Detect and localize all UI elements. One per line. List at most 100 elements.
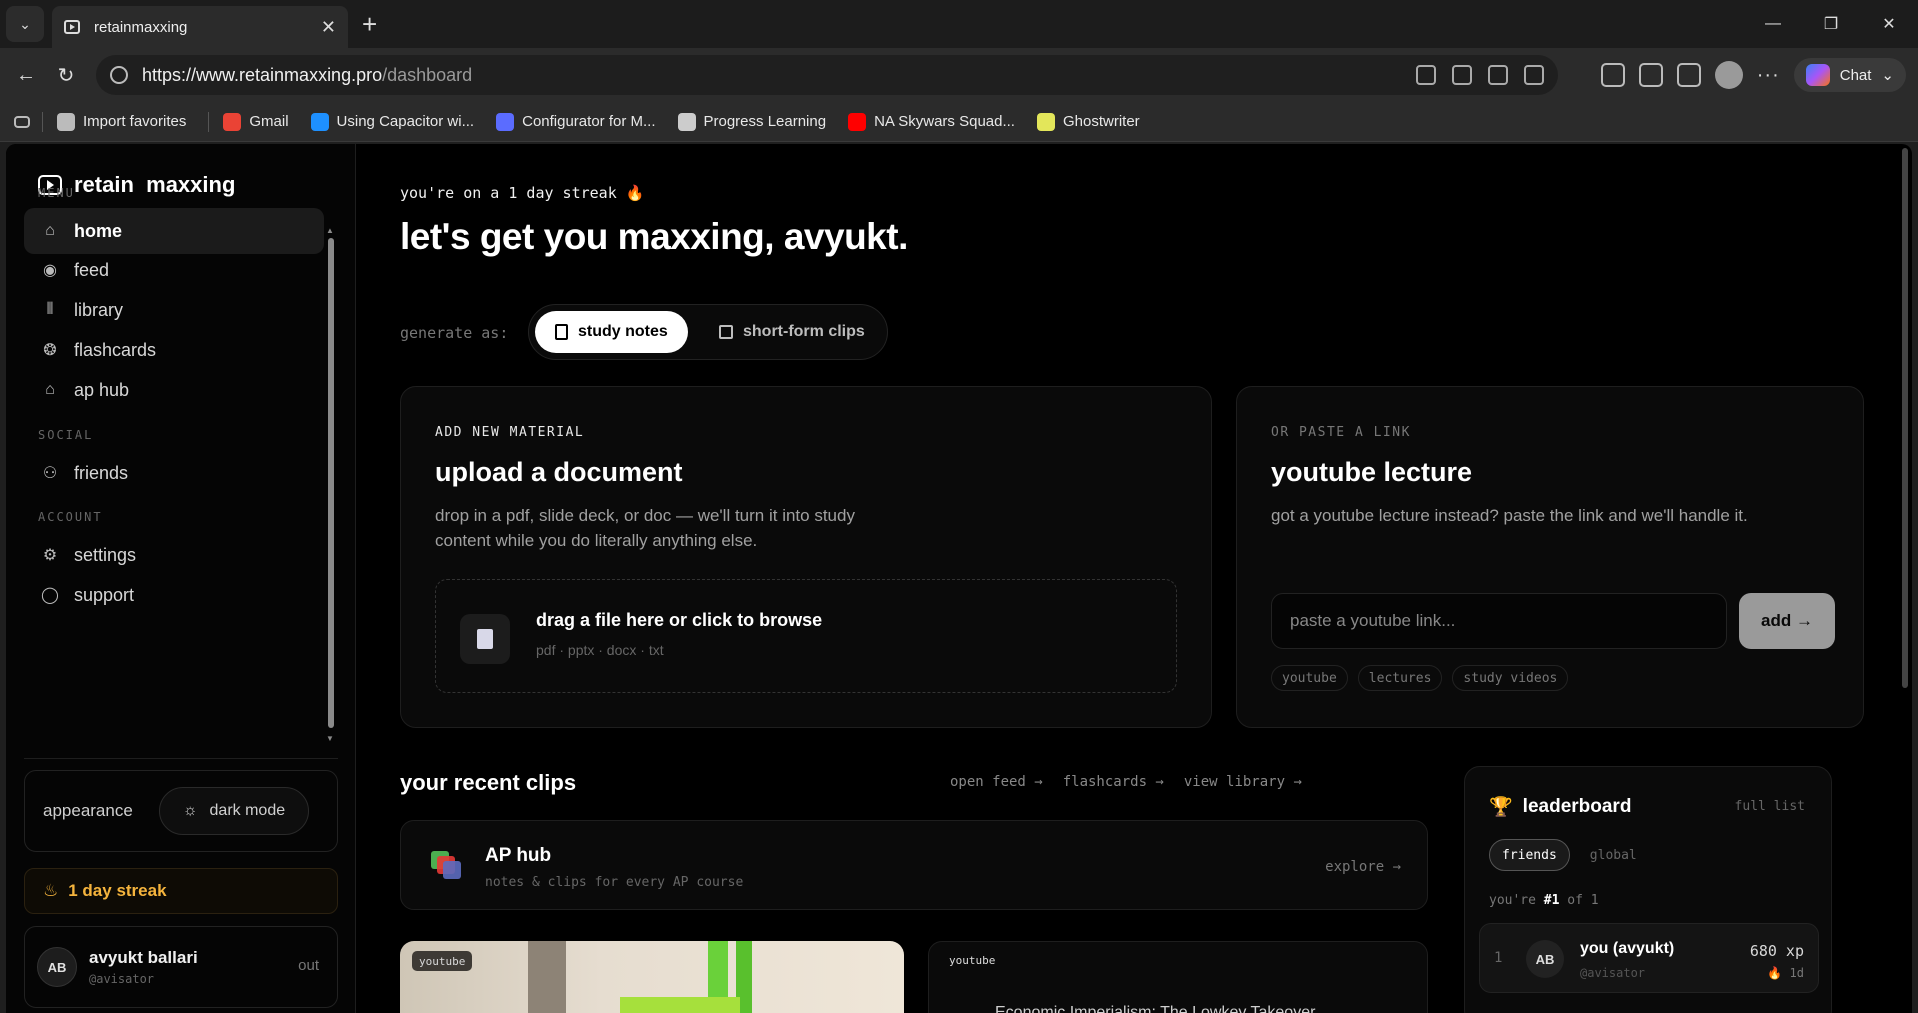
thumbnail-pillar (528, 941, 566, 1013)
explore-link[interactable]: explore → (1325, 859, 1401, 875)
reload-button[interactable]: ↻ (46, 55, 86, 95)
scroll-up-icon[interactable]: ▲ (326, 226, 334, 235)
minimize-button[interactable]: — (1744, 0, 1802, 48)
upload-kicker: ADD NEW MATERIAL (435, 425, 585, 440)
clip-source-tag: youtube (412, 951, 473, 971)
back-button[interactable]: ← (6, 55, 46, 95)
chip[interactable]: youtube (1271, 665, 1348, 691)
books-icon (431, 851, 461, 879)
generate-mode-toggle: study notes short-form clips (528, 304, 888, 360)
logout-button[interactable]: out (298, 957, 319, 974)
tab-global[interactable]: global (1590, 848, 1637, 863)
sidebar-item-ap-hub[interactable]: ⌂ ap hub (24, 367, 324, 413)
bookmark-favicon-icon (310, 112, 329, 131)
page-title: let's get you maxxing, avyukt. (400, 216, 908, 257)
youtube-link-input[interactable]: paste a youtube link... (1271, 593, 1727, 649)
ap-hub-card[interactable]: AP hub notes & clips for every AP course… (400, 820, 1428, 910)
brand-name: retain maxxing (74, 172, 236, 197)
broadcast-icon: ◉ (43, 262, 57, 279)
study-notes-option[interactable]: study notes (535, 311, 688, 353)
bookmark-item[interactable]: Import favorites (57, 112, 186, 131)
youtube-title: youtube lecture (1271, 457, 1473, 487)
sidebar-item-friends[interactable]: ⚇ friends (24, 450, 324, 496)
copilot-chat-button[interactable]: Chat ⌄ (1793, 58, 1906, 92)
bookmark-list: Import favorites Gmail Using Capacitor wi.… (57, 111, 1162, 132)
file-dropzone[interactable]: drag a file here or click to browse pdf … (435, 579, 1177, 693)
bookmark-item[interactable]: Configurator for M... (496, 112, 656, 131)
bookmark-item[interactable]: Using Capacitor wi... (310, 112, 474, 131)
key-icon[interactable] (1416, 65, 1436, 85)
user-name: avyukt ballari (89, 948, 198, 967)
address-bar[interactable]: https://www.retainmaxxing.pro/dashboard (96, 55, 1558, 95)
favorites-icon[interactable] (1676, 63, 1701, 87)
trophy-icon: 🏆 (1489, 797, 1513, 818)
scrollbar-thumb[interactable] (328, 238, 334, 728)
row-name: you (avyukt) (1580, 940, 1675, 957)
bookmark-separator (42, 111, 43, 132)
dropzone-title: drag a file here or click to browse (536, 610, 823, 630)
profile-avatar[interactable] (1714, 61, 1743, 89)
bookmark-item[interactable]: Gmail (223, 112, 289, 131)
extensions-icon[interactable] (1600, 63, 1625, 87)
bookmark-item[interactable]: Progress Learning (677, 112, 826, 131)
open-feed-link[interactable]: open feed → (950, 774, 1043, 790)
bookmarks-bar: Import favorites Gmail Using Capacitor wi.… (0, 102, 1918, 142)
avatar[interactable]: AB (37, 947, 77, 987)
window-controls: — ❐ ✕ (1744, 0, 1918, 48)
clip-card[interactable]: youtube Economic Imperialism: The Lowkey… (928, 941, 1428, 1013)
user-handle: @avisator (89, 972, 155, 986)
tab-friends[interactable]: friends (1489, 839, 1570, 871)
bookmark-item[interactable]: Ghostwriter (1036, 112, 1140, 131)
more-icon[interactable]: ··· (1757, 64, 1780, 87)
clip-card[interactable]: youtube (400, 941, 904, 1013)
leaderboard-row[interactable]: 1 AB you (avyukt) @avisator 680 xp 🔥 1d (1479, 923, 1819, 993)
leaderboard-title: 🏆 leaderboard (1489, 796, 1632, 818)
youtube-favicon-icon (64, 20, 80, 34)
full-list-link[interactable]: full list (1735, 799, 1805, 814)
sidebar-divider (24, 758, 338, 759)
apps-icon[interactable] (1452, 65, 1472, 85)
appearance-label: appearance (43, 801, 133, 820)
url-text: https://www.retainmaxxing.pro/dashboard (142, 64, 473, 85)
home-icon: ⌂ (45, 222, 55, 239)
bookmark-favicon-icon (223, 112, 242, 131)
browser-tab[interactable]: retainmaxxing ✕ (52, 6, 348, 48)
site-info-icon[interactable] (110, 66, 128, 84)
view-library-link[interactable]: view library → (1184, 774, 1302, 790)
short-form-clips-option[interactable]: short-form clips (699, 311, 885, 353)
new-tab-button[interactable]: + (362, 11, 377, 37)
dark-mode-toggle[interactable]: ☼ dark mode (159, 787, 309, 835)
flashcards-link[interactable]: flashcards → (1063, 774, 1164, 790)
chip[interactable]: lectures (1357, 665, 1443, 691)
upload-description: drop in a pdf, slide deck, or doc — we'l… (435, 506, 855, 550)
tab-list-button[interactable]: ⌄ (6, 6, 44, 42)
chevron-down-icon: ⌄ (19, 15, 31, 32)
row-handle: @avisator (1580, 966, 1646, 980)
dropzone-filetypes: pdf · pptx · docx · txt (536, 642, 664, 658)
chip[interactable]: study videos (1452, 665, 1569, 691)
media-icon[interactable] (1638, 63, 1663, 87)
copilot-icon (1805, 64, 1830, 86)
close-window-button[interactable]: ✕ (1860, 0, 1918, 48)
browser-tab-bar: ⌄ retainmaxxing ✕ + — ❐ ✕ (0, 0, 1918, 48)
bookmark-favicon-icon (1036, 112, 1055, 131)
add-link-button[interactable]: add → (1739, 593, 1835, 649)
sidebar-scrollbar[interactable]: ▲ ▼ (324, 226, 338, 746)
streak-line: you're on a 1 day streak 🔥 (400, 184, 645, 202)
tab-actions-icon[interactable] (14, 115, 30, 128)
sidebar-item-support[interactable]: ◯ support (24, 572, 324, 618)
menu-section-label: MENU (38, 186, 75, 200)
tab-title: retainmaxxing (94, 18, 188, 36)
brain-icon: ❂ (43, 342, 57, 359)
avatar: AB (1526, 940, 1564, 978)
restore-button[interactable]: ❐ (1802, 0, 1860, 48)
row-xp: 680 xp (1749, 942, 1804, 960)
leaderboard-tabs: friends global (1489, 839, 1637, 871)
favorite-star-icon[interactable] (1524, 65, 1544, 85)
bookmark-item[interactable]: NA Skywars Squad... (848, 112, 1015, 131)
recent-clips-title: your recent clips (400, 770, 577, 795)
close-tab-icon[interactable]: ✕ (321, 17, 336, 38)
reading-view-icon[interactable] (1488, 65, 1508, 85)
scroll-down-icon[interactable]: ▼ (326, 734, 334, 743)
page-scrollbar[interactable] (1902, 148, 1908, 688)
